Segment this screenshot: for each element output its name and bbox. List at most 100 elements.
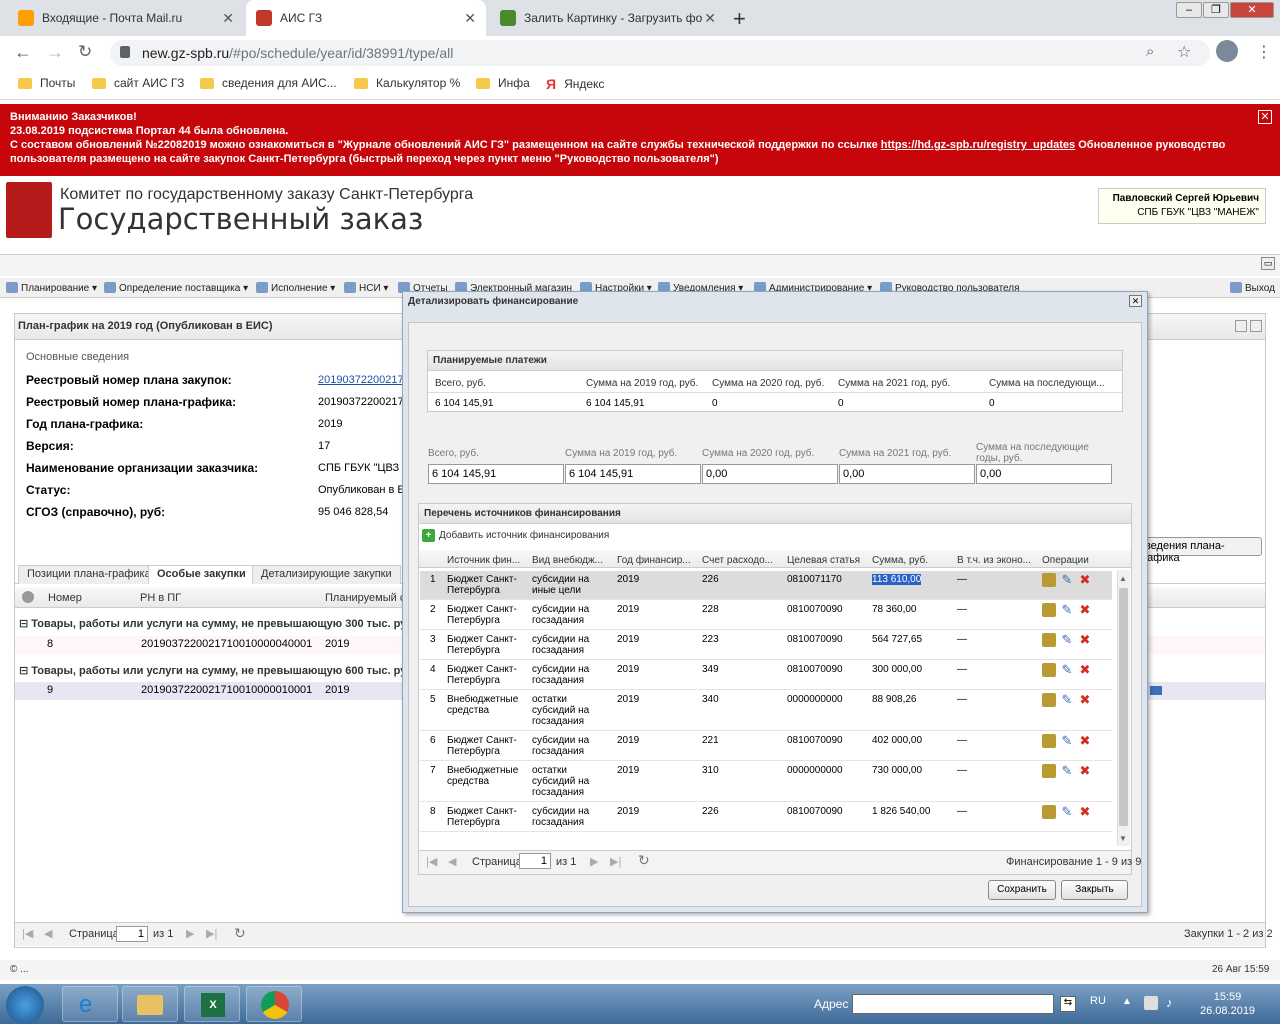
browser-tab-ais[interactable]: АИС ГЗ ✕: [246, 0, 486, 36]
source-row[interactable]: 7 Внебюджетные средства остатки субсидий на г…: [420, 762, 1112, 802]
edit-icon[interactable]: ✎: [1060, 734, 1074, 748]
edit-icon[interactable]: ✎: [1060, 573, 1074, 587]
language-indicator[interactable]: RU: [1090, 995, 1106, 1007]
bookmark-yandex[interactable]: Я Яндекс: [546, 76, 604, 92]
taskbar-excel[interactable]: X: [184, 986, 240, 1022]
close-tab-icon[interactable]: ✕: [222, 10, 234, 27]
delete-icon[interactable]: ✖: [1078, 764, 1092, 778]
registry-plan-link[interactable]: 201903722002171: [318, 374, 410, 386]
forward-icon[interactable]: →: [46, 42, 64, 63]
collapse-icon[interactable]: ⊟: [19, 665, 31, 677]
first-page-icon[interactable]: |◀: [22, 927, 33, 940]
source-row[interactable]: 5 Внебюджетные средства остатки субсидий на г…: [420, 691, 1112, 731]
schedule-icon[interactable]: [1042, 805, 1056, 819]
sum-2019-field[interactable]: 6 104 145,91: [565, 464, 701, 484]
network-icon[interactable]: [1144, 996, 1158, 1010]
menu-planning[interactable]: Планирование ▾: [6, 282, 97, 294]
prev-page-icon[interactable]: ◀: [44, 927, 52, 940]
browser-tab-upload[interactable]: Залить Картинку - Загрузить фо ✕: [490, 0, 726, 36]
schedule-icon[interactable]: [1042, 573, 1056, 587]
delete-icon[interactable]: ✖: [1078, 603, 1092, 617]
close-window-icon[interactable]: ✕: [1230, 2, 1274, 18]
bookmark-pochty[interactable]: Почты: [18, 76, 75, 90]
schedule-icon[interactable]: [1042, 633, 1056, 647]
source-row[interactable]: 2 Бюджет Санкт- Петербурга субсидии на госза…: [420, 601, 1112, 630]
dialog-close-icon[interactable]: ✕: [1129, 295, 1142, 307]
page-input[interactable]: 1: [116, 926, 148, 942]
chart-icon[interactable]: [1150, 686, 1162, 695]
collapse-header-icon[interactable]: ▭: [1261, 257, 1275, 270]
column-header[interactable]: Год финансир...: [617, 555, 697, 566]
bookmark-calculator[interactable]: Калькулятор %: [354, 76, 460, 90]
clock[interactable]: 15:59 26.08.2019: [1200, 990, 1255, 1018]
column-header[interactable]: Источник фин...: [447, 555, 527, 566]
taskbar-chrome[interactable]: [246, 986, 302, 1022]
column-header[interactable]: Сумма на 2019 год, руб.: [586, 378, 704, 389]
total-field[interactable]: 6 104 145,91: [428, 464, 564, 484]
sum-later-field[interactable]: 0,00: [976, 464, 1112, 484]
bookmark-svedeniya[interactable]: сведения для АИС...: [200, 76, 337, 90]
taskbar-explorer[interactable]: [122, 986, 178, 1022]
scroll-up-icon[interactable]: ▲: [1119, 574, 1127, 583]
close-button[interactable]: Закрыть: [1061, 880, 1128, 900]
volume-icon[interactable]: ♪: [1166, 995, 1173, 1010]
column-header[interactable]: Целевая статья: [787, 555, 867, 566]
first-page-icon[interactable]: |◀: [426, 855, 437, 868]
browser-tab-mail[interactable]: Входящие - Почта Mail.ru ✕: [8, 0, 244, 36]
menu-logout[interactable]: Выход: [1230, 282, 1275, 294]
column-header[interactable]: Номер: [48, 592, 82, 604]
maximize-panel-icon[interactable]: [1250, 320, 1262, 332]
delete-icon[interactable]: ✖: [1078, 663, 1092, 677]
edit-icon[interactable]: ✎: [1060, 663, 1074, 677]
column-header[interactable]: Вид внебюдж...: [532, 555, 612, 566]
delete-icon[interactable]: ✖: [1078, 693, 1092, 707]
edit-icon[interactable]: ✎: [1060, 633, 1074, 647]
schedule-icon[interactable]: [1042, 764, 1056, 778]
delete-icon[interactable]: ✖: [1078, 805, 1092, 819]
close-tab-icon[interactable]: ✕: [464, 10, 476, 27]
close-alert-icon[interactable]: ✕: [1258, 110, 1272, 124]
delete-icon[interactable]: ✖: [1078, 734, 1092, 748]
start-button[interactable]: [6, 986, 44, 1024]
last-page-icon[interactable]: ▶|: [206, 927, 217, 940]
edit-icon[interactable]: ✎: [1060, 693, 1074, 707]
plan-info-button[interactable]: Сведения плана-графика: [1132, 537, 1262, 564]
next-page-icon[interactable]: ▶: [186, 927, 194, 940]
restore-window-icon[interactable]: ❐: [1203, 2, 1229, 18]
column-header[interactable]: Планируемый ср: [325, 592, 411, 604]
column-header[interactable]: Всего, руб.: [435, 378, 575, 389]
user-box[interactable]: Павловский Сергей Юрьевич СПБ ГБУК "ЦВЗ …: [1098, 188, 1266, 224]
add-source-button[interactable]: + Добавить источник финансирования: [422, 529, 609, 542]
schedule-icon[interactable]: [1042, 603, 1056, 617]
back-icon[interactable]: ←: [14, 42, 32, 63]
bookmark-ais-site[interactable]: сайт АИС ГЗ: [92, 76, 184, 90]
edit-icon[interactable]: ✎: [1060, 603, 1074, 617]
source-row[interactable]: 4 Бюджет Санкт- Петербурга субсидии на госза…: [420, 661, 1112, 690]
reload-icon[interactable]: ↻: [78, 42, 92, 62]
minimize-panel-icon[interactable]: [1235, 320, 1247, 332]
schedule-icon[interactable]: [1042, 693, 1056, 707]
menu-supplier[interactable]: Определение поставщика ▾: [104, 282, 248, 294]
column-header[interactable]: Сумма, руб.: [872, 555, 952, 566]
refresh-icon[interactable]: ↻: [234, 925, 246, 942]
column-header[interactable]: Сумма на 2020 год, руб.: [712, 378, 832, 389]
edit-icon[interactable]: ✎: [1060, 805, 1074, 819]
scroll-down-icon[interactable]: ▼: [1119, 834, 1127, 843]
source-row[interactable]: 8 Бюджет Санкт- Петербурга субсидии на госза…: [420, 803, 1112, 832]
column-header[interactable]: РН в ПГ: [140, 592, 181, 604]
tray-up-icon[interactable]: ▲: [1122, 996, 1132, 1007]
menu-nsi[interactable]: НСИ ▾: [344, 282, 388, 294]
bookmark-star-icon[interactable]: ☆: [1177, 42, 1191, 62]
close-tab-icon[interactable]: ✕: [704, 10, 716, 27]
new-tab-icon[interactable]: +: [733, 6, 746, 32]
scrollbar-thumb[interactable]: [1119, 588, 1128, 826]
delete-icon[interactable]: ✖: [1078, 633, 1092, 647]
tab-special[interactable]: Особые закупки: [148, 565, 255, 584]
save-button[interactable]: Сохранить: [988, 880, 1056, 900]
tab-positions[interactable]: Позиции плана-графика: [18, 565, 160, 584]
address-input[interactable]: [852, 994, 1054, 1014]
column-header[interactable]: В т.ч. из эконо...: [957, 555, 1037, 566]
column-settings-icon[interactable]: [22, 591, 34, 603]
go-icon[interactable]: ⇆: [1060, 996, 1076, 1012]
alert-link[interactable]: https://hd.gz-spb.ru/registry_updates: [881, 139, 1075, 151]
